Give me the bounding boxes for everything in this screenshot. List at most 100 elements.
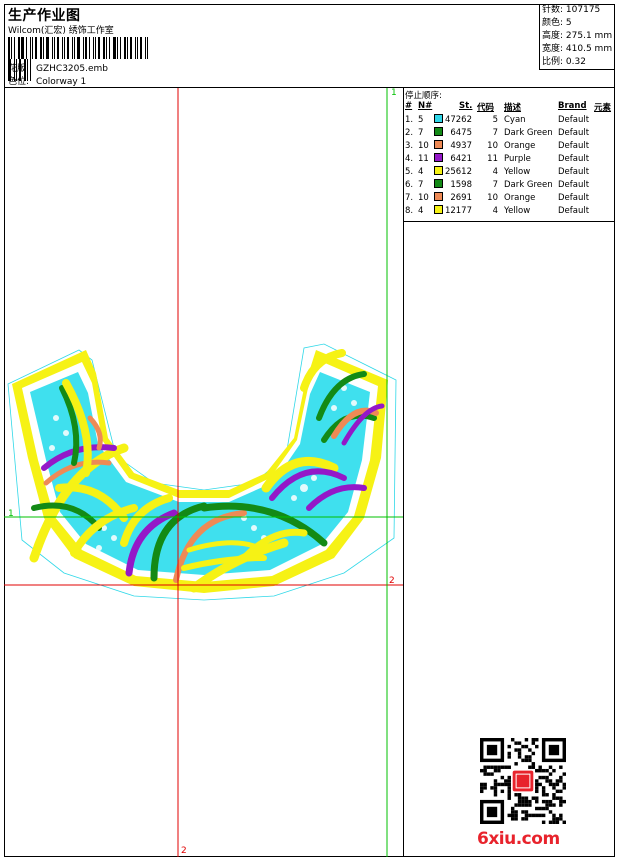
stop-desc: Cyan	[504, 115, 526, 125]
stop-row: 7. 10 2691 10 Orange Default	[404, 192, 616, 205]
stop-brand: Default	[558, 128, 590, 138]
stop-desc: Dark Green	[504, 128, 553, 138]
stop-sequence-title: 停止顺序:	[405, 91, 442, 101]
stat-width: 宽度: 410.5 mm	[542, 44, 613, 54]
color-swatch	[434, 127, 443, 136]
barcode-bar	[147, 37, 148, 59]
barcode-bar	[18, 37, 20, 59]
barcode-bar	[35, 37, 37, 59]
barcode-bar	[140, 37, 142, 59]
stop-code: 10	[487, 141, 498, 151]
stop-num: 8.	[405, 206, 414, 216]
stop-brand: Default	[558, 167, 590, 177]
barcode-bar	[77, 37, 80, 59]
design-file-name: GZHC3205.emb	[36, 64, 108, 74]
stop-needle: 10	[418, 141, 429, 151]
barcode-bar	[8, 37, 10, 59]
stop-needle: 10	[418, 193, 429, 203]
stat-stitches: 针数: 107175	[542, 5, 601, 15]
barcode-bar	[83, 37, 84, 59]
stop-num: 5.	[405, 167, 414, 177]
stop-row: 5. 4 25612 4 Yellow Default	[404, 166, 616, 179]
stop-desc: Orange	[504, 141, 536, 151]
color-swatch	[434, 166, 443, 175]
stop-row: 8. 4 12177 4 Yellow Default	[404, 205, 616, 218]
barcode-bar	[124, 37, 126, 59]
design-preview	[4, 88, 403, 857]
stop-stitches: 25612	[444, 167, 472, 177]
green-guide-label-left: 1	[8, 509, 14, 519]
barcode-bar	[46, 37, 49, 59]
stop-brand: Default	[558, 193, 590, 203]
stop-stitches: 6475	[450, 128, 472, 138]
barcode-bar	[85, 37, 87, 59]
design-stats: 针数: 107175 颜色: 5 高度: 275.1 mm 宽度: 410.5 …	[539, 4, 615, 70]
color-swatch	[434, 114, 443, 123]
stop-row: 1. 5 47262 5 Cyan Default	[404, 114, 616, 127]
panel-divider	[403, 222, 404, 857]
barcode-bar	[117, 37, 118, 59]
barcode-bar	[72, 37, 73, 59]
col-header-num: #	[405, 101, 413, 111]
stop-brand: Default	[558, 115, 590, 125]
barcode-bar	[67, 37, 69, 59]
col-header-code: 代码	[477, 103, 495, 113]
color-swatch	[434, 153, 443, 162]
stop-stitches: 1598	[450, 180, 472, 190]
colorway-name: Colorway 1	[36, 77, 87, 87]
studio-name: Wilcom(汇宏) 绣饰工作室	[8, 26, 114, 36]
colorway-label: 色位:	[8, 77, 30, 87]
design-file-line: 花版: GZHC3205.emb	[8, 61, 108, 74]
stop-needle: 5	[418, 115, 424, 125]
barcode-bar	[103, 37, 105, 59]
barcode-bar	[52, 37, 53, 59]
stop-num: 6.	[405, 180, 414, 190]
stop-code: 10	[487, 193, 498, 203]
stop-stitches: 2691	[450, 193, 472, 203]
col-header-element: 元素	[594, 103, 612, 113]
stop-row: 6. 7 1598 7 Dark Green Default	[404, 179, 616, 192]
barcode-bar	[120, 37, 121, 59]
barcode-bar	[64, 37, 65, 59]
barcode-bar	[74, 37, 75, 59]
barcode-bar	[30, 37, 31, 59]
design-file-label: 花版:	[8, 64, 30, 74]
stop-code: 7	[492, 180, 498, 190]
barcode-bar	[21, 37, 24, 59]
barcode-bar	[109, 37, 110, 59]
stat-scale: 比例: 0.32	[542, 57, 586, 67]
stop-needle: 11	[418, 154, 429, 164]
stop-desc: Orange	[504, 193, 536, 203]
barcode-bar	[89, 37, 90, 59]
stop-row: 4. 11 6421 11 Purple Default	[404, 153, 616, 166]
stop-num: 2.	[405, 128, 414, 138]
barcode	[8, 37, 152, 81]
stop-num: 1.	[405, 115, 414, 125]
stop-brand: Default	[558, 206, 590, 216]
stop-desc: Yellow	[504, 206, 531, 216]
red-guide-label-bottom: 2	[181, 846, 187, 856]
barcode-bar	[26, 37, 27, 59]
barcode-bar	[54, 37, 55, 59]
stop-row: 3. 10 4937 10 Orange Default	[404, 140, 616, 153]
barcode-bar	[43, 37, 44, 59]
barcode-bar	[93, 37, 94, 59]
barcode-bar	[14, 37, 15, 59]
stop-needle: 7	[418, 180, 424, 190]
stop-stitches: 47262	[444, 115, 472, 125]
stop-code: 4	[492, 167, 498, 177]
stop-needle: 4	[418, 167, 424, 177]
barcode-bar	[137, 37, 138, 59]
barcode-bar	[95, 37, 96, 59]
barcode-bar	[145, 37, 146, 59]
barcode-bar	[57, 37, 59, 59]
qr-code	[480, 738, 566, 824]
stat-colors: 颜色: 5	[542, 18, 572, 28]
watermark-logo: 6xiu.com	[477, 829, 560, 849]
barcode-bar	[62, 37, 63, 59]
barcode-bar	[32, 37, 33, 59]
stop-stitches: 4937	[450, 141, 472, 151]
stop-needle: 4	[418, 206, 424, 216]
stat-height: 高度: 275.1 mm	[542, 31, 613, 41]
stop-stitches: 12177	[444, 206, 472, 216]
